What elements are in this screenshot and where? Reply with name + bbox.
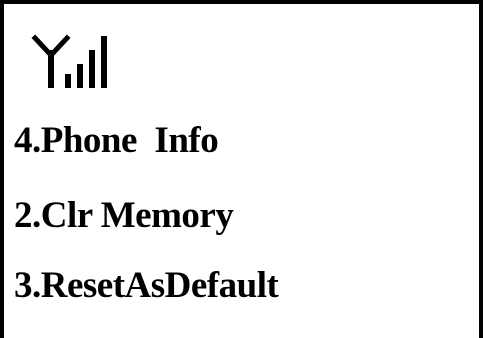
status-bar <box>29 30 129 92</box>
menu-item-clear-memory[interactable]: 2.Clr Memory <box>14 190 234 242</box>
signal-strength-icon <box>29 30 129 92</box>
phone-lcd-screen: 4.Phone Info 2.Clr Memory 3.ResetAsDefau… <box>0 0 483 338</box>
menu-item-reset-as-default[interactable]: 3.ResetAsDefault <box>14 260 279 312</box>
menu-item-phone-info[interactable]: 4.Phone Info <box>14 115 219 167</box>
